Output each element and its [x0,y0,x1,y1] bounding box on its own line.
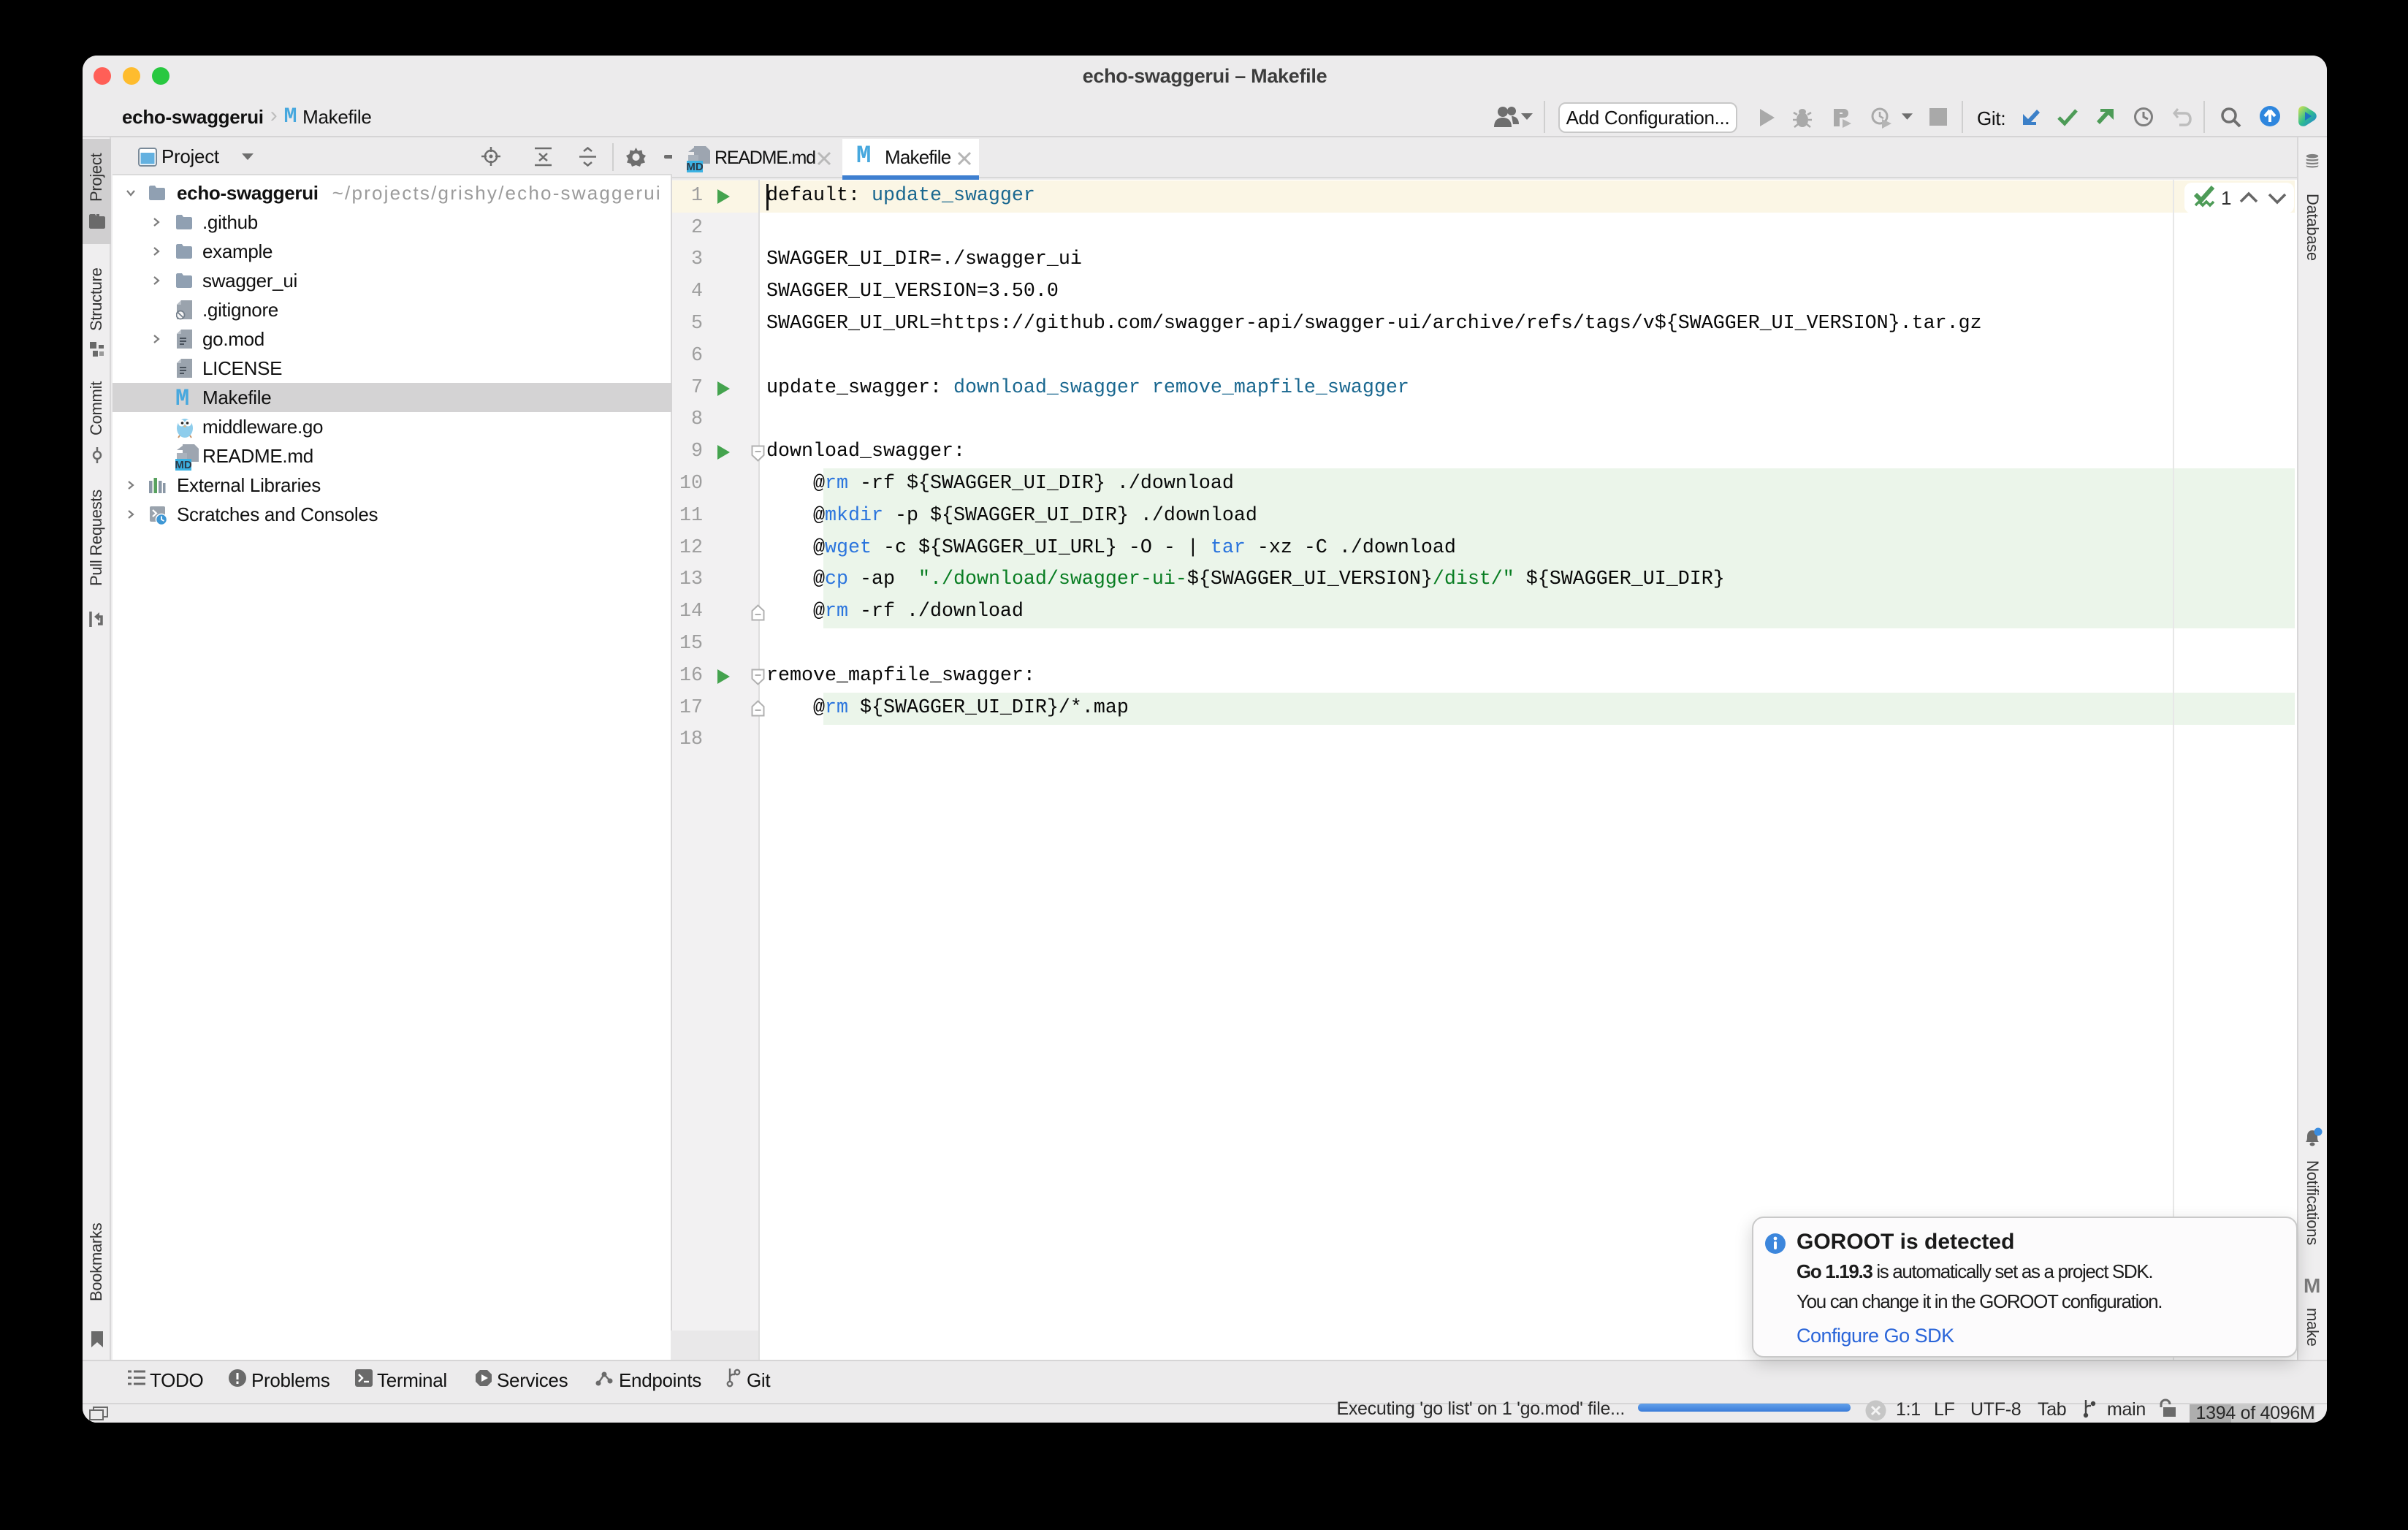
svg-text:MD: MD [687,161,704,172]
svg-text:MD: MD [175,459,192,471]
